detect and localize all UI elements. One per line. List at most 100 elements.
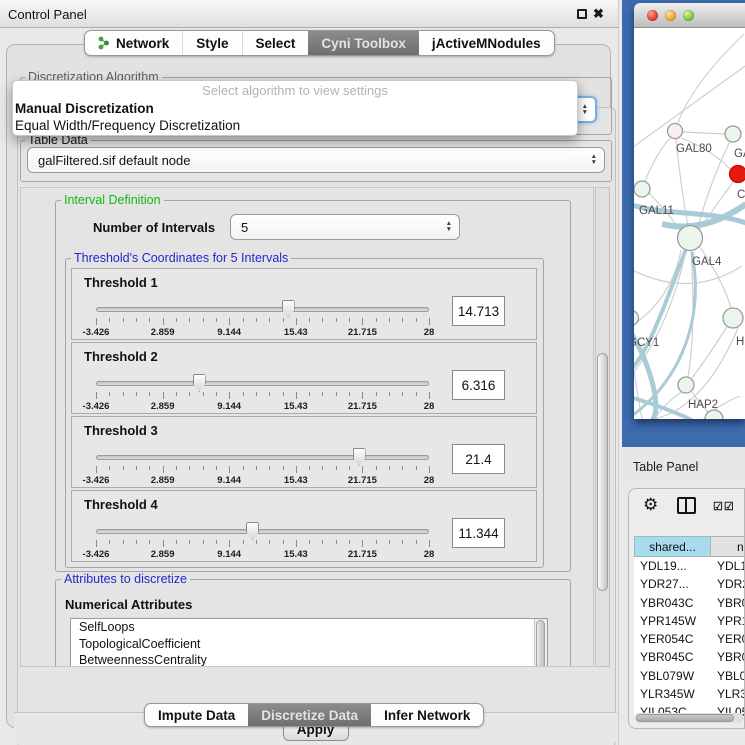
close-icon[interactable]: ✖ <box>593 6 604 22</box>
table-row[interactable]: YBR045CYBR045C <box>634 648 745 666</box>
combo-stepper-icon[interactable]: ▲▼ <box>591 154 597 166</box>
table-body: YDL19...YDL19...YDR27...YDR27...YBR043CY… <box>634 557 745 722</box>
cell-name: YER054C <box>711 630 745 648</box>
threshold-scale-labels: -3.4262.8599.14415.4321.71528 <box>96 475 429 486</box>
scale-tick-label: -3.426 <box>83 401 110 412</box>
table-row[interactable]: YPR145WYPR145W <box>634 612 745 630</box>
threshold-title: Threshold 2 <box>84 349 158 364</box>
threshold-title: Threshold 4 <box>84 497 158 512</box>
scale-tick-label: -3.426 <box>83 327 110 338</box>
numerical-attributes-list[interactable]: SelfLoopsTopologicalCoefficientBetweenne… <box>70 618 548 667</box>
scale-tick-label: 9.144 <box>217 401 241 412</box>
attribute-list-item[interactable]: SelfLoops <box>71 619 547 636</box>
bottom-tab-label: Infer Network <box>384 708 470 723</box>
float-window-icon[interactable] <box>577 9 587 19</box>
column-header-shared-name[interactable]: shared... <box>634 536 711 557</box>
table-row[interactable]: YBR043CYBR043C <box>634 594 745 612</box>
attributes-scrollbar-thumb[interactable] <box>536 620 545 667</box>
bottom-tab-infer-network[interactable]: Infer Network <box>371 704 483 726</box>
cell-name: YBL079W <box>711 667 745 685</box>
bottom-tab-strip: Impute DataDiscretize Data Infer Network <box>144 703 484 727</box>
tab-cyni-toolbox[interactable]: Cyni Toolbox <box>308 31 419 55</box>
close-traffic-light-icon[interactable] <box>647 10 658 21</box>
threshold-ticks <box>96 318 429 326</box>
threshold-value-field[interactable]: 6.316 <box>452 370 505 400</box>
minimize-traffic-light-icon[interactable] <box>665 10 676 21</box>
threshold-value-field[interactable]: 21.4 <box>452 444 505 474</box>
tab-network[interactable]: Network <box>85 31 182 55</box>
table-row[interactable]: YLR345WYLR345W <box>634 685 745 703</box>
threshold-slider-track[interactable] <box>96 381 429 386</box>
table-row[interactable]: YER054CYER054C <box>634 630 745 648</box>
dropdown-option-equal-width[interactable]: Equal Width/Frequency Discretization <box>13 117 577 134</box>
gear-icon[interactable]: ⚙ <box>643 495 658 515</box>
node-gcy1[interactable] <box>634 311 639 326</box>
node-gal4[interactable] <box>678 226 703 251</box>
dropdown-option-manual[interactable]: Manual Discretization <box>13 100 577 117</box>
node-label-c: C <box>737 189 745 201</box>
threshold-slider-thumb[interactable] <box>193 374 206 392</box>
node-label-ga: GA <box>734 148 745 160</box>
combo-stepper-icon[interactable]: ▲▼ <box>582 104 588 116</box>
tab-jactivemnodules[interactable]: jActiveMNodules <box>419 31 554 55</box>
threshold-slider-track[interactable] <box>96 307 429 312</box>
zoom-traffic-light-icon[interactable] <box>683 10 694 21</box>
bottom-tab-discretize-data[interactable]: Discretize Data <box>248 704 371 726</box>
table-hscrollbar-thumb[interactable] <box>636 714 734 722</box>
threshold-slider-thumb[interactable] <box>246 522 259 540</box>
cell-name: YLR345W <box>711 685 745 703</box>
number-of-intervals-label: Number of Intervals <box>93 220 215 235</box>
threshold-ticks <box>96 540 429 548</box>
tab-style[interactable]: Style <box>182 31 241 55</box>
bottom-tab-impute-data[interactable]: Impute Data <box>145 704 248 726</box>
settings-viewport: Interval Definition Number of Intervals … <box>20 187 594 667</box>
threshold-ticks <box>96 392 429 400</box>
number-of-intervals-combobox[interactable]: 5 ▲▼ <box>230 214 460 240</box>
table-data-combobox[interactable]: galFiltered.sif default node ▲▼ <box>27 147 605 173</box>
threshold-slider-track[interactable] <box>96 529 429 534</box>
combo-stepper-icon[interactable]: ▲▼ <box>446 221 452 233</box>
network-canvas[interactable]: GAL80 GA C GAL11 GAL4 GCY1 H HAP2 <box>634 28 745 419</box>
attribute-list-item[interactable]: BetweennessCentrality <box>71 652 547 667</box>
table-row[interactable]: YDL19...YDL19... <box>634 557 745 575</box>
number-of-intervals-value: 5 <box>241 220 248 235</box>
table-row[interactable]: YDR27...YDR27... <box>634 575 745 593</box>
node-red[interactable] <box>730 166 745 183</box>
node-label-hap2: HAP2 <box>688 399 718 411</box>
scale-tick-label: 28 <box>424 475 435 486</box>
node-gal80[interactable] <box>668 124 683 139</box>
threshold-slider-thumb[interactable] <box>353 448 366 466</box>
cell-name: YDR27... <box>711 575 745 593</box>
node-label-gal4: GAL4 <box>692 256 722 268</box>
checkboxes-icon[interactable]: ☑☑ <box>713 500 735 513</box>
node-table: shared... name YDL19...YDL19...YDR27...Y… <box>634 536 745 722</box>
node-hap2[interactable] <box>678 377 694 393</box>
threshold-value-field[interactable]: 11.344 <box>452 518 505 548</box>
attribute-list-item[interactable]: TopologicalCoefficient <box>71 636 547 653</box>
node-ga[interactable] <box>725 126 741 142</box>
table-horizontal-scrollbar[interactable] <box>634 713 744 723</box>
tab-select[interactable]: Select <box>242 31 309 55</box>
cell-shared-name: YLR345W <box>634 685 711 703</box>
attributes-scrollbar[interactable] <box>534 619 547 667</box>
settings-vertical-scrollbar[interactable] <box>595 187 610 667</box>
cell-name: YPR145W <box>711 612 745 630</box>
node-gal11[interactable] <box>634 181 650 197</box>
threshold-slider-thumb[interactable] <box>282 300 295 318</box>
threshold-value-field[interactable]: 14.713 <box>452 296 505 326</box>
control-panel-titlebar: Control Panel ✖ <box>0 0 618 28</box>
tab-label: Style <box>196 36 228 51</box>
threshold-scale-labels: -3.4262.8599.14415.4321.71528 <box>96 549 429 560</box>
dropdown-prompt: Select algorithm to view settings <box>13 83 577 100</box>
tab-label: jActiveMNodules <box>432 36 541 51</box>
threshold-panel-4: Threshold 4 -3.4262.8599.14415.4321.71528… <box>71 490 537 562</box>
settings-scrollbar-thumb[interactable] <box>597 353 608 591</box>
split-columns-icon[interactable] <box>677 497 696 514</box>
threshold-slider-track[interactable] <box>96 455 429 460</box>
column-header-name[interactable]: name <box>711 536 745 557</box>
table-row[interactable]: YBL079WYBL079W <box>634 667 745 685</box>
scale-tick-label: 9.144 <box>217 327 241 338</box>
node-h[interactable] <box>723 308 743 328</box>
scale-tick-label: 15.43 <box>284 327 308 338</box>
scale-tick-label: 15.43 <box>284 401 308 412</box>
